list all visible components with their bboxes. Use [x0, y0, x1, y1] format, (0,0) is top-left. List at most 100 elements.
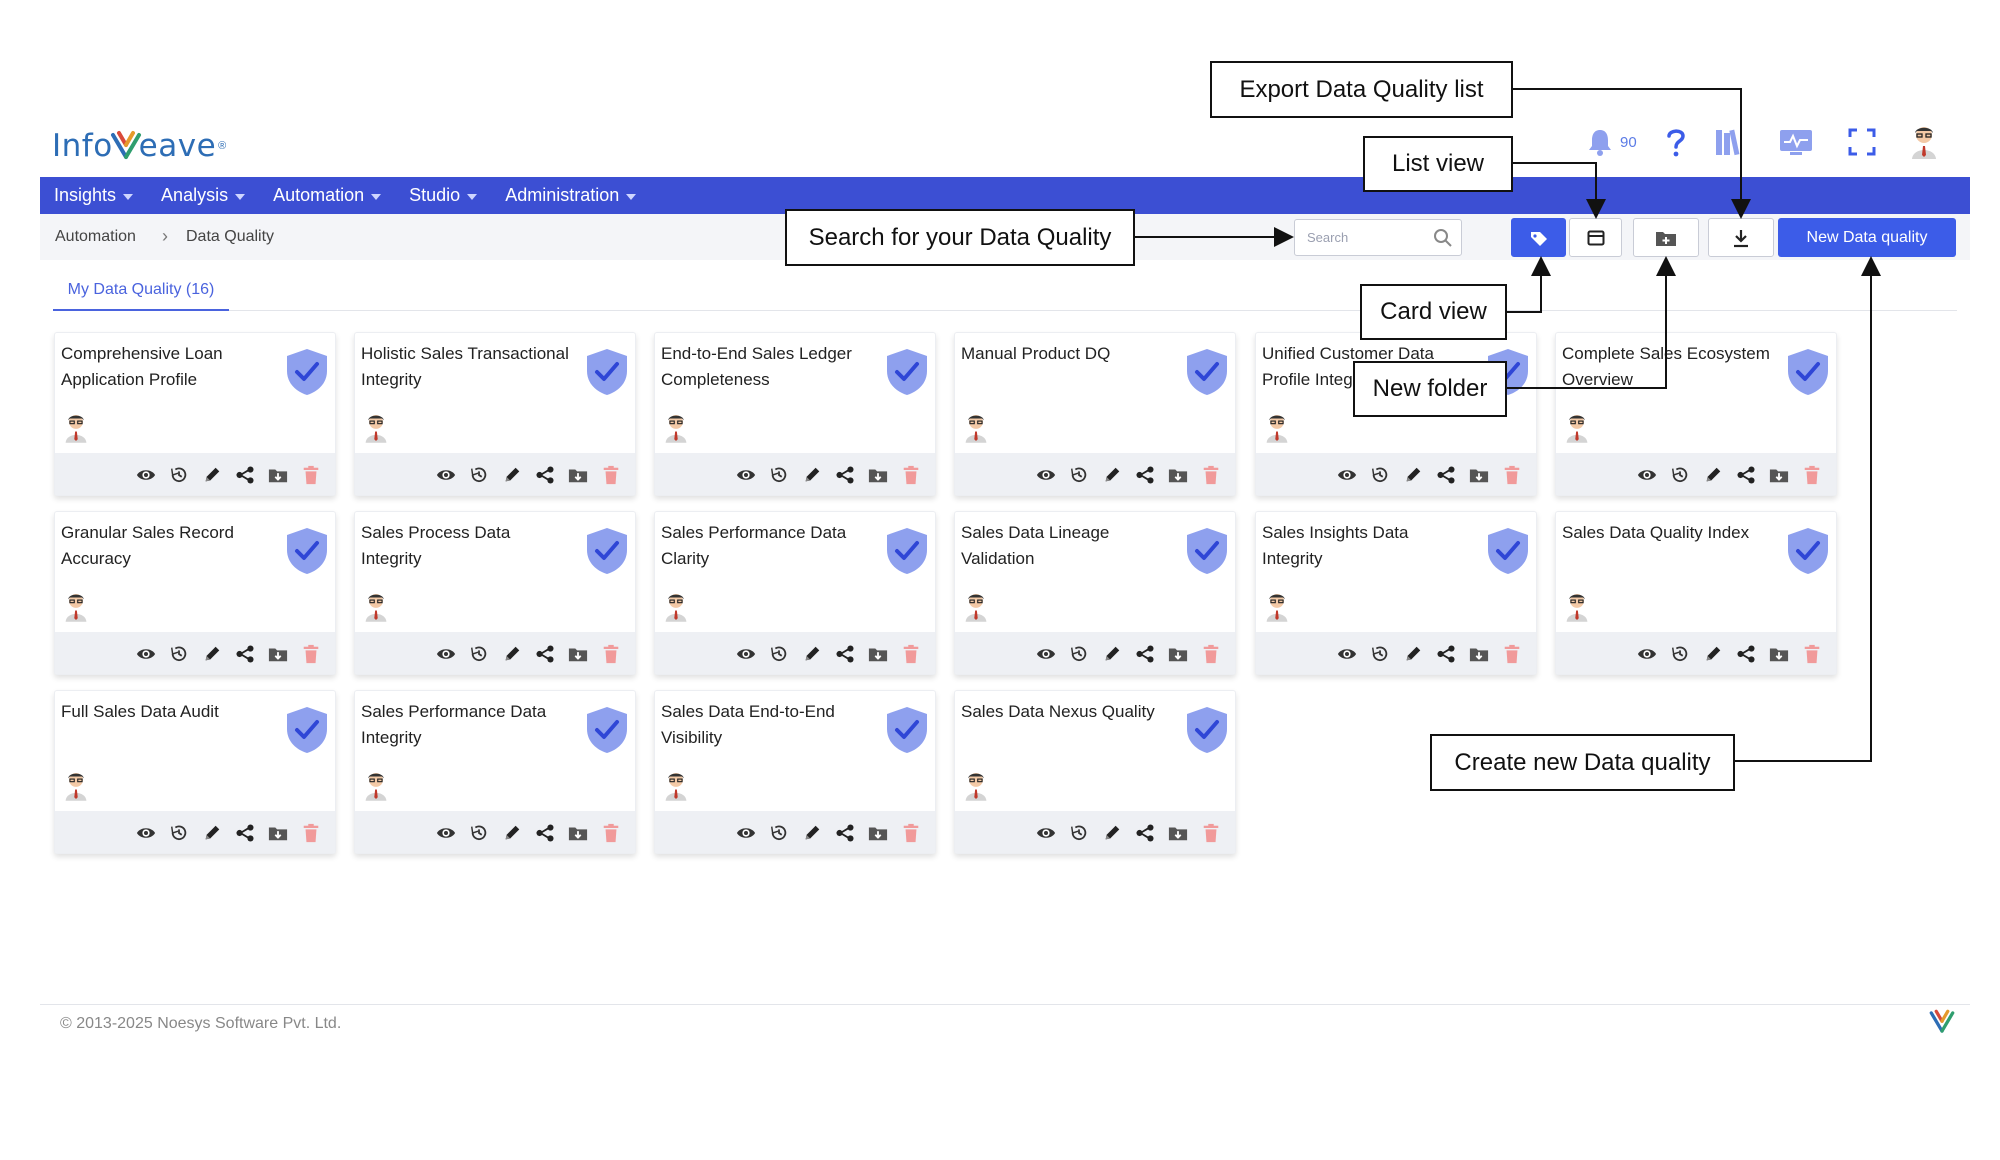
- trash-icon[interactable]: [1501, 643, 1523, 665]
- fullscreen-button[interactable]: [1842, 122, 1882, 162]
- history-icon[interactable]: [168, 464, 190, 486]
- folder-download-icon[interactable]: [867, 822, 889, 844]
- new-data-quality-button[interactable]: New Data quality: [1778, 218, 1956, 257]
- breadcrumb-automation[interactable]: Automation: [55, 228, 136, 246]
- card-title[interactable]: Manual Product DQ: [961, 341, 1171, 367]
- trash-icon[interactable]: [1200, 822, 1222, 844]
- eye-icon[interactable]: [1636, 464, 1658, 486]
- share-icon[interactable]: [1735, 643, 1757, 665]
- pencil-icon[interactable]: [1101, 464, 1123, 486]
- notifications-button[interactable]: [1580, 122, 1620, 162]
- data-quality-card[interactable]: Sales Process Data Integrity: [354, 511, 636, 675]
- share-icon[interactable]: [534, 822, 556, 844]
- history-icon[interactable]: [168, 643, 190, 665]
- share-icon[interactable]: [834, 464, 856, 486]
- trash-icon[interactable]: [900, 464, 922, 486]
- folder-download-icon[interactable]: [1468, 643, 1490, 665]
- eye-icon[interactable]: [735, 464, 757, 486]
- share-icon[interactable]: [234, 464, 256, 486]
- data-quality-card[interactable]: Manual Product DQ: [954, 332, 1236, 496]
- nav-automation[interactable]: Automation: [273, 185, 382, 206]
- folder-download-icon[interactable]: [1167, 822, 1189, 844]
- share-icon[interactable]: [534, 464, 556, 486]
- history-icon[interactable]: [468, 643, 490, 665]
- trash-icon[interactable]: [1801, 643, 1823, 665]
- folder-download-icon[interactable]: [1167, 643, 1189, 665]
- card-view-button[interactable]: [1511, 218, 1566, 257]
- folder-download-icon[interactable]: [267, 464, 289, 486]
- history-icon[interactable]: [1068, 643, 1090, 665]
- pencil-icon[interactable]: [1101, 822, 1123, 844]
- trash-icon[interactable]: [300, 822, 322, 844]
- history-icon[interactable]: [768, 464, 790, 486]
- card-title[interactable]: Sales Insights Data Integrity: [1262, 520, 1472, 572]
- data-quality-card[interactable]: Sales Data Quality Index: [1555, 511, 1837, 675]
- share-icon[interactable]: [1134, 464, 1156, 486]
- data-quality-card[interactable]: Comprehensive Loan Application Profile: [54, 332, 336, 496]
- card-title[interactable]: End-to-End Sales Ledger Completeness: [661, 341, 871, 393]
- history-icon[interactable]: [768, 822, 790, 844]
- pencil-icon[interactable]: [1101, 643, 1123, 665]
- card-title[interactable]: Sales Performance Data Clarity: [661, 520, 871, 572]
- card-title[interactable]: Sales Performance Data Integrity: [361, 699, 571, 751]
- folder-download-icon[interactable]: [567, 643, 589, 665]
- library-button[interactable]: [1710, 122, 1750, 162]
- monitor-button[interactable]: [1776, 122, 1816, 162]
- data-quality-card[interactable]: Granular Sales Record Accuracy: [54, 511, 336, 675]
- data-quality-card[interactable]: Sales Data End-to-End Visibility: [654, 690, 936, 854]
- card-title[interactable]: Sales Data Nexus Quality: [961, 699, 1171, 725]
- trash-icon[interactable]: [600, 464, 622, 486]
- card-title[interactable]: Sales Data Quality Index: [1562, 520, 1772, 546]
- nav-administration[interactable]: Administration: [505, 185, 637, 206]
- data-quality-card[interactable]: Sales Performance Data Clarity: [654, 511, 936, 675]
- share-icon[interactable]: [834, 822, 856, 844]
- share-icon[interactable]: [234, 822, 256, 844]
- trash-icon[interactable]: [300, 464, 322, 486]
- folder-download-icon[interactable]: [267, 643, 289, 665]
- trash-icon[interactable]: [900, 822, 922, 844]
- pencil-icon[interactable]: [201, 822, 223, 844]
- eye-icon[interactable]: [1035, 822, 1057, 844]
- data-quality-card[interactable]: End-to-End Sales Ledger Completeness: [654, 332, 936, 496]
- pencil-icon[interactable]: [1702, 643, 1724, 665]
- pencil-icon[interactable]: [501, 643, 523, 665]
- eye-icon[interactable]: [135, 643, 157, 665]
- share-icon[interactable]: [234, 643, 256, 665]
- eye-icon[interactable]: [1636, 643, 1658, 665]
- pencil-icon[interactable]: [801, 822, 823, 844]
- card-title[interactable]: Complete Sales Ecosystem Overview: [1562, 341, 1772, 393]
- new-folder-button[interactable]: [1633, 218, 1699, 257]
- share-icon[interactable]: [1134, 643, 1156, 665]
- folder-download-icon[interactable]: [1468, 464, 1490, 486]
- folder-download-icon[interactable]: [1768, 643, 1790, 665]
- trash-icon[interactable]: [900, 643, 922, 665]
- tab-my-data-quality[interactable]: My Data Quality (16): [53, 271, 229, 311]
- trash-icon[interactable]: [1501, 464, 1523, 486]
- pencil-icon[interactable]: [201, 464, 223, 486]
- share-icon[interactable]: [1134, 822, 1156, 844]
- pencil-icon[interactable]: [801, 643, 823, 665]
- data-quality-card[interactable]: Sales Data Nexus Quality: [954, 690, 1236, 854]
- search-icon[interactable]: [1433, 228, 1453, 248]
- nav-insights[interactable]: Insights: [54, 185, 134, 206]
- pencil-icon[interactable]: [1702, 464, 1724, 486]
- infoveave-logo[interactable]: Info eave ®: [52, 126, 226, 166]
- card-title[interactable]: Full Sales Data Audit: [61, 699, 271, 725]
- user-avatar[interactable]: [1904, 122, 1944, 162]
- share-icon[interactable]: [1435, 464, 1457, 486]
- history-icon[interactable]: [1369, 643, 1391, 665]
- history-icon[interactable]: [468, 822, 490, 844]
- eye-icon[interactable]: [135, 464, 157, 486]
- export-button[interactable]: [1708, 218, 1774, 257]
- eye-icon[interactable]: [435, 822, 457, 844]
- data-quality-card[interactable]: Complete Sales Ecosystem Overview: [1555, 332, 1837, 496]
- share-icon[interactable]: [1435, 643, 1457, 665]
- folder-download-icon[interactable]: [867, 464, 889, 486]
- history-icon[interactable]: [168, 822, 190, 844]
- card-title[interactable]: Comprehensive Loan Application Profile: [61, 341, 271, 393]
- history-icon[interactable]: [1369, 464, 1391, 486]
- eye-icon[interactable]: [735, 643, 757, 665]
- folder-download-icon[interactable]: [1167, 464, 1189, 486]
- eye-icon[interactable]: [435, 643, 457, 665]
- data-quality-card[interactable]: Sales Data Lineage Validation: [954, 511, 1236, 675]
